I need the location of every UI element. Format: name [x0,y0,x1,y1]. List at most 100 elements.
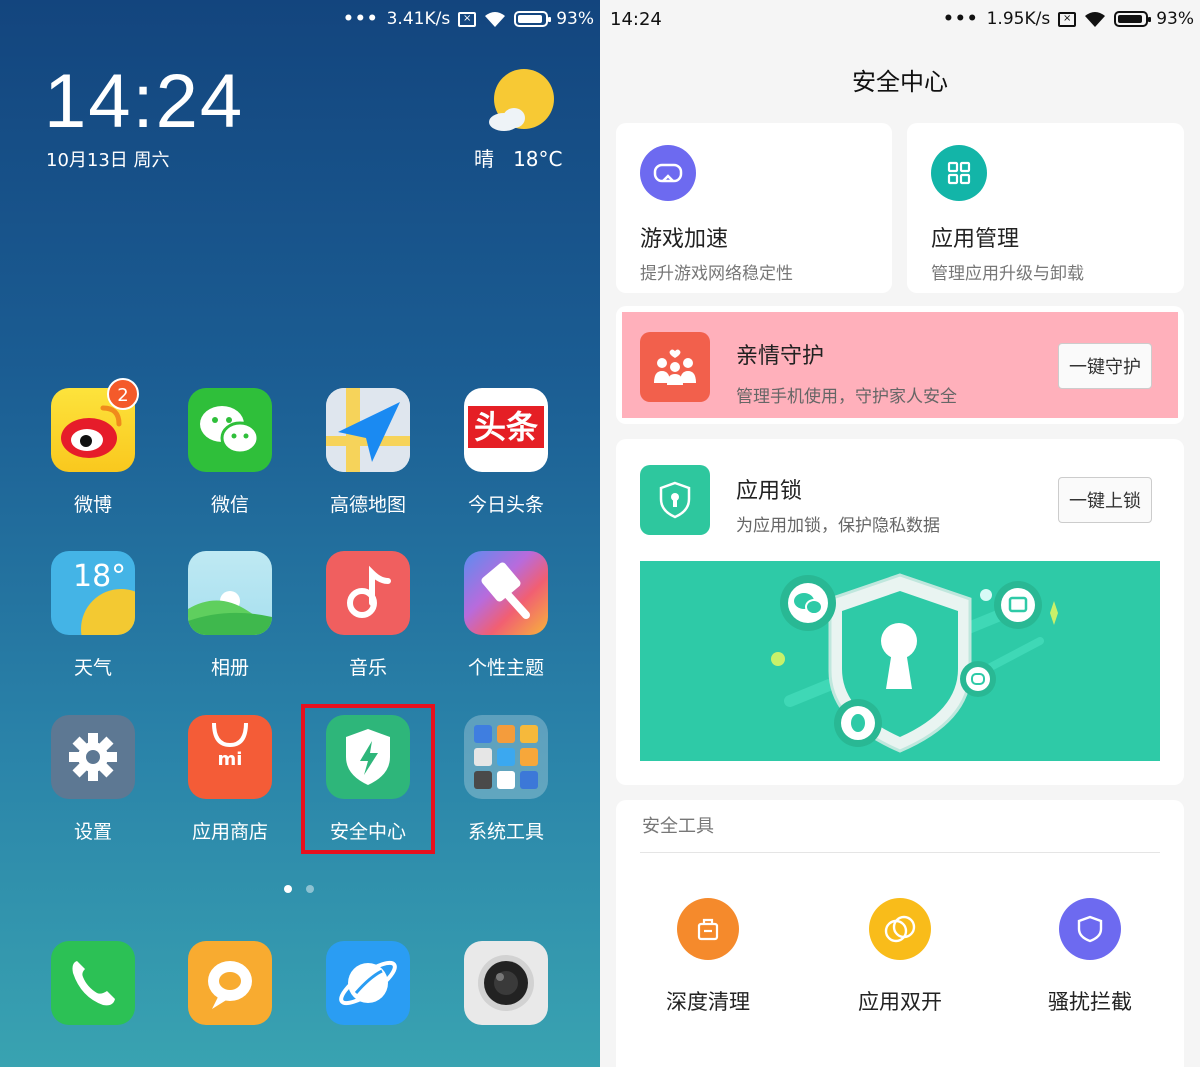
app-weather[interactable]: 18° 天气 [33,551,153,680]
app-label: 系统工具 [467,821,544,843]
app-gallery[interactable]: 相册 [170,551,290,680]
app-weibo[interactable]: 2 微博 [33,378,153,517]
page-indicator[interactable] [284,885,314,893]
section-heading: 安全工具 [642,816,714,837]
app-label: 音乐 [348,657,387,679]
wifi-icon [1085,11,1106,27]
app-lock-banner-illustration [640,561,1160,761]
card-title: 游戏加速 [640,227,729,252]
dock-phone[interactable] [33,941,153,1025]
browser-icon [326,941,410,1025]
card-desc: 管理应用升级与卸载 [931,264,1084,284]
date-text: 10月13日 周六 [46,150,170,171]
status-bar: 14:24 ••• 1.95K/s × 93% [600,0,1200,40]
app-label: 天气 [73,657,112,679]
messages-icon [188,941,272,1025]
family-icon [640,332,710,402]
dock-browser[interactable] [308,941,428,1025]
app-wechat[interactable]: 微信 [170,388,290,517]
wifi-icon [485,11,506,27]
gallery-icon [188,551,272,635]
card-desc: 为应用加锁，保护隐私数据 [736,516,940,536]
app-settings[interactable]: 设置 [33,715,153,844]
weather-text[interactable]: 晴 18°C [474,143,563,172]
status-time: 14:24 [610,9,662,30]
home-screen: ••• 3.41K/s × 93% 14:24 10月13日 周六 晴 18°C… [0,0,600,1067]
dock-messages[interactable] [170,941,290,1025]
page-dot [306,885,314,893]
app-toutiao[interactable]: 头条 今日头条 [446,388,566,517]
app-lock-card[interactable]: 应用锁 为应用加锁，保护隐私数据 一键上锁 [616,439,1184,785]
page-dot-active [284,885,292,893]
clock[interactable]: 14:24 [44,58,244,145]
card-desc: 提升游戏网络稳定性 [640,264,793,284]
app-label: 高德地图 [329,494,406,516]
amap-icon [326,388,410,472]
sunny-cloud-icon[interactable] [488,68,554,134]
toutiao-icon: 头条 [464,388,548,472]
app-label: 微信 [210,494,249,516]
gamepad-icon [640,145,696,201]
app-store-icon: mi [188,715,272,799]
security-center-screen: 14:24 ••• 1.95K/s × 93% 安全中心 游戏加速 提升游戏网络… [600,0,1200,1067]
shield-icon [1059,898,1121,960]
app-music[interactable]: 音乐 [308,551,428,680]
security-center-highlight [301,704,435,854]
signal-dots-icon: ••• [343,9,379,29]
mi-logo-text: mi [217,749,243,770]
weather-app-icon: 18° [51,551,135,635]
game-boost-card[interactable]: 游戏加速 提升游戏网络稳定性 [616,123,892,293]
themes-icon [464,551,548,635]
app-folder-tools[interactable]: 系统工具 [446,715,566,844]
dual-circles-icon [869,898,931,960]
app-themes[interactable]: 个性主题 [446,551,566,680]
app-store[interactable]: mi 应用商店 [170,715,290,844]
app-label: 设置 [73,821,112,843]
clean-bag-icon [677,898,739,960]
one-tap-guard-button[interactable]: 一键守护 [1058,343,1152,389]
tool-label: 骚扰拦截 [1048,990,1132,1014]
music-icon [326,551,410,635]
card-title: 亲情守护 [736,344,825,369]
network-speed: 1.95K/s [986,9,1051,29]
phone-icon [51,941,135,1025]
camera-icon [464,941,548,1025]
signal-dots-icon: ••• [943,9,979,29]
notification-badge: 2 [107,378,139,410]
settings-icon [51,715,135,799]
folder-icon [464,715,548,799]
tool-label: 应用双开 [858,990,942,1014]
family-guard-card[interactable]: 亲情守护 管理手机使用，守护家人安全 一键守护 [616,306,1184,424]
card-desc: 管理手机使用，守护家人安全 [736,387,957,407]
status-bar: ••• 3.41K/s × 93% [0,0,600,40]
app-label: 应用商店 [191,821,268,843]
battery-icon [514,11,552,27]
card-title: 应用管理 [931,227,1020,252]
lock-shield-icon [640,465,710,535]
weather-temp: 18°C [513,147,563,171]
app-amap[interactable]: 高德地图 [308,388,428,517]
app-label: 今日头条 [467,494,544,516]
divider [640,852,1160,853]
security-tools-card: 安全工具 深度清理 应用双开 骚扰拦截 [616,800,1184,1067]
tool-dual-apps[interactable]: 应用双开 [825,898,975,1016]
battery-percent: 93% [556,9,594,29]
app-label: 个性主题 [467,657,544,679]
toutiao-logo-text: 头条 [468,406,544,448]
one-tap-lock-button[interactable]: 一键上锁 [1058,477,1152,523]
weather-condition: 晴 [474,147,494,171]
dock-camera[interactable] [446,941,566,1025]
app-management-card[interactable]: 应用管理 管理应用升级与卸载 [907,123,1184,293]
card-title: 应用锁 [736,479,803,504]
app-grid-icon [931,145,987,201]
network-speed: 3.41K/s [386,9,451,29]
tool-deep-clean[interactable]: 深度清理 [633,898,783,1016]
page-title: 安全中心 [852,68,948,96]
wechat-icon [188,388,272,472]
no-sim-icon: × [458,11,477,27]
app-label: 相册 [210,657,249,679]
no-sim-icon: × [1058,11,1077,27]
battery-icon [1114,11,1152,27]
tool-spam-block[interactable]: 骚扰拦截 [1015,898,1165,1016]
tool-label: 深度清理 [666,990,750,1014]
